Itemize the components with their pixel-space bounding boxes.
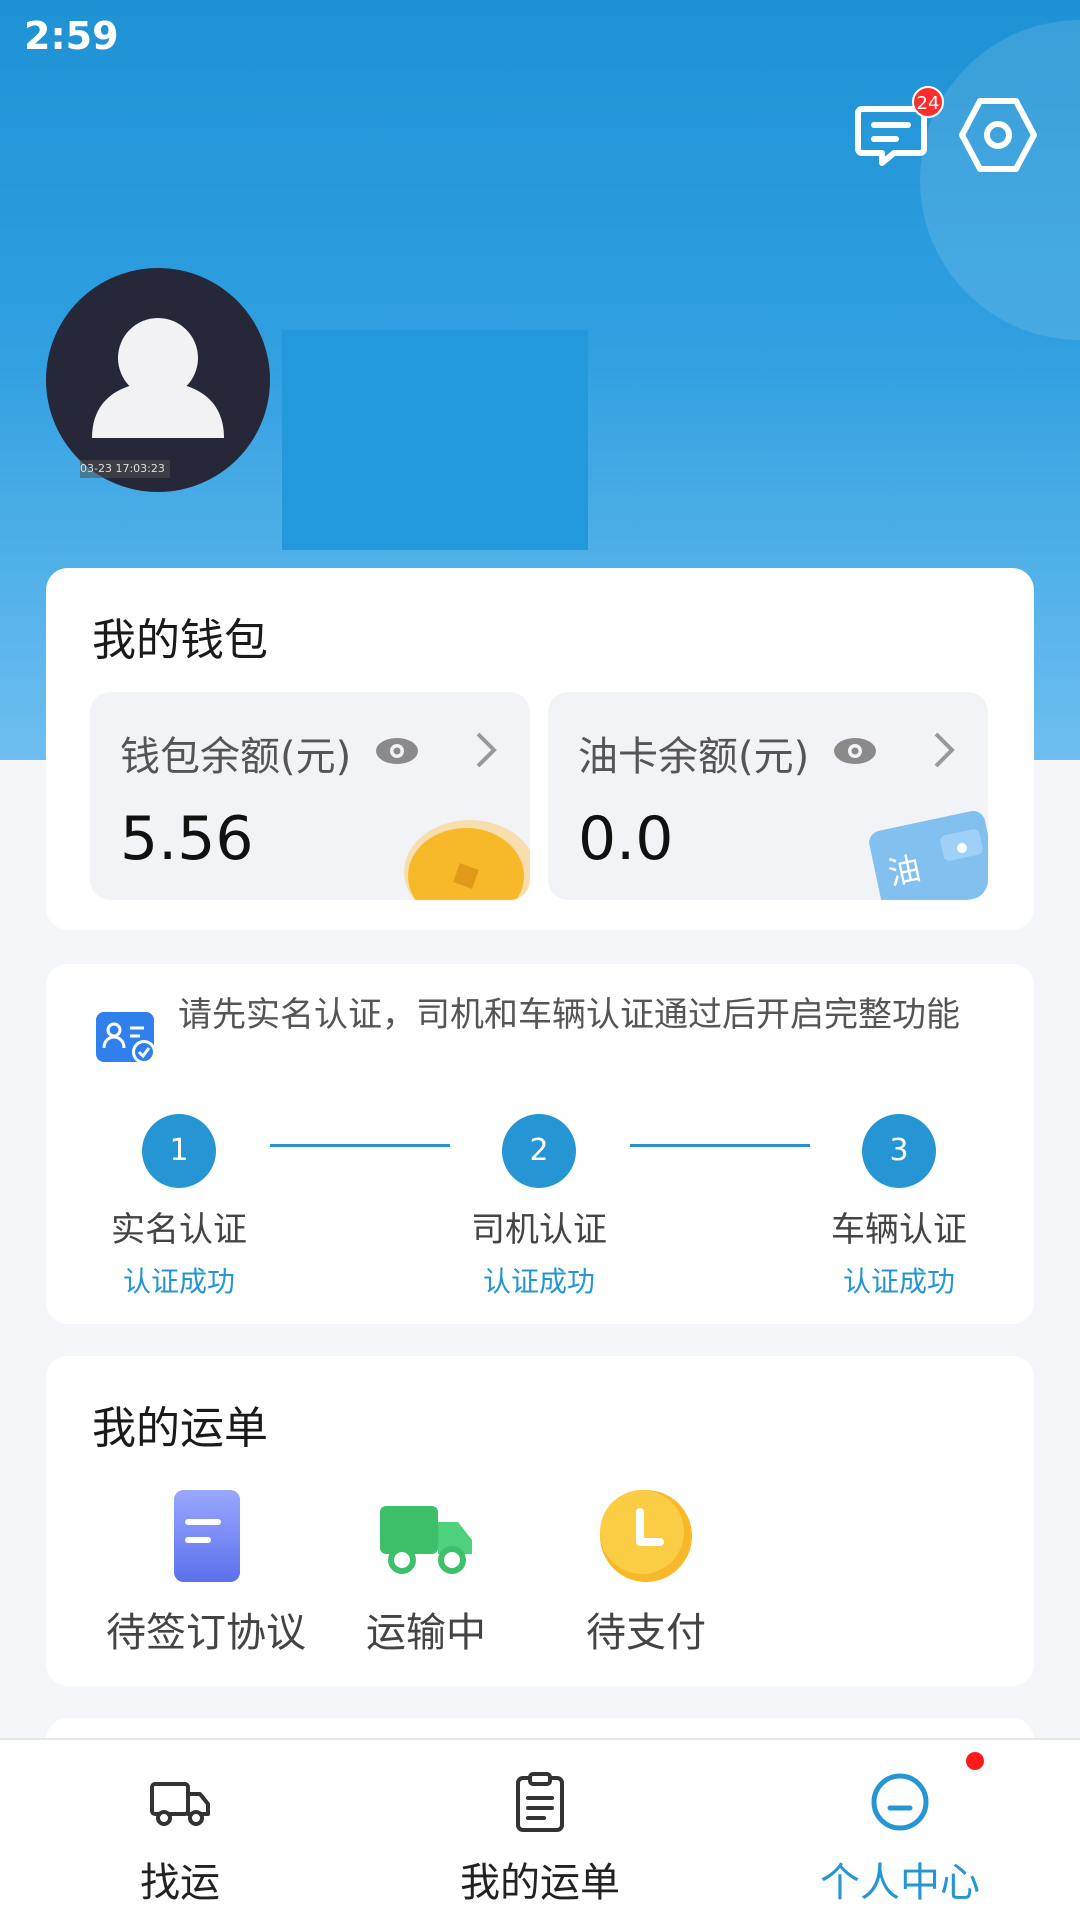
orders-title: 我的运单 (92, 1403, 268, 1454)
avatar[interactable] (46, 268, 270, 492)
coin-icon (404, 820, 530, 900)
step-number: 1 (142, 1114, 216, 1188)
wallet-balance-label: 钱包余额(元) (120, 734, 352, 780)
tab-find-cargo[interactable]: 找运 (0, 1740, 360, 1922)
chevron-right-icon[interactable] (470, 728, 500, 772)
eye-icon[interactable] (374, 736, 420, 766)
order-label: 运输中 (366, 1610, 486, 1656)
clock-icon (600, 1490, 692, 1582)
wallet-title: 我的钱包 (92, 615, 268, 666)
tab-profile[interactable]: 个人中心 (720, 1740, 1080, 1922)
step-connector (630, 1144, 810, 1147)
user-info-block (282, 330, 588, 550)
order-label: 待支付 (586, 1610, 706, 1656)
step-number: 3 (862, 1114, 936, 1188)
chevron-right-icon[interactable] (928, 728, 958, 772)
step-label-driver[interactable]: 司机认证 (429, 1202, 649, 1251)
clipboard-icon (516, 1772, 564, 1832)
fuel-card-balance-box[interactable]: 油卡余额(元) 0.0 油 (548, 692, 988, 900)
wallet-balance-value: 5.56 (120, 804, 254, 874)
orders-card: 我的运单 待签订协议 运输中 待支付 (46, 1356, 1034, 1686)
notification-dot (966, 1752, 984, 1770)
step-number: 2 (502, 1114, 576, 1188)
settings-icon[interactable] (958, 95, 1038, 175)
profile-icon (871, 1773, 929, 1831)
verification-notice: 请先实名认证，司机和车辆认证通过后开启完整功能 (178, 995, 960, 1035)
wallet-balance-box[interactable]: 钱包余额(元) 5.56 (90, 692, 530, 900)
step-label-vehicle[interactable]: 车辆认证 (789, 1202, 1009, 1251)
step-status: 认证成功 (122, 1265, 235, 1298)
user-silhouette-icon (92, 318, 224, 438)
step-status: 认证成功 (842, 1265, 955, 1298)
avatar-timestamp: 03-23 17:03:23 (80, 460, 170, 478)
tab-my-orders[interactable]: 我的运单 (360, 1740, 720, 1922)
fuel-card-balance-value: 0.0 (578, 804, 674, 874)
order-label: 待签订协议 (106, 1610, 306, 1656)
truck-icon (380, 1506, 472, 1574)
tab-label: 个人中心 (820, 1860, 980, 1906)
tab-label: 找运 (140, 1860, 220, 1906)
step-status: 认证成功 (482, 1265, 595, 1298)
fuel-card-balance-label: 油卡余额(元) (578, 734, 810, 780)
tab-label: 我的运单 (460, 1860, 620, 1906)
step-label-realname[interactable]: 实名认证 (69, 1202, 289, 1251)
message-badge: 24 (912, 86, 944, 118)
verification-card: 请先实名认证，司机和车辆认证通过后开启完整功能 1 2 3 实名认证 司机认证 … (46, 964, 1034, 1324)
order-pending-agreement[interactable]: 待签订协议 (96, 1486, 316, 1658)
order-pending-payment[interactable]: 待支付 (536, 1486, 756, 1658)
header-decoration (920, 20, 1080, 340)
fuel-card-icon: 油 (864, 800, 988, 900)
step-connector (270, 1144, 450, 1147)
id-verify-icon (96, 1012, 156, 1064)
bottom-tab-bar: 找运 我的运单 个人中心 (0, 1738, 1080, 1922)
wallet-card: 我的钱包 钱包余额(元) 5.56 油卡余额(元) 0.0 油 (46, 568, 1034, 930)
order-in-transit[interactable]: 运输中 (316, 1486, 536, 1658)
document-icon (174, 1490, 240, 1582)
status-time: 2:59 (24, 14, 119, 58)
eye-icon[interactable] (832, 736, 878, 766)
truck-outline-icon (150, 1782, 210, 1826)
